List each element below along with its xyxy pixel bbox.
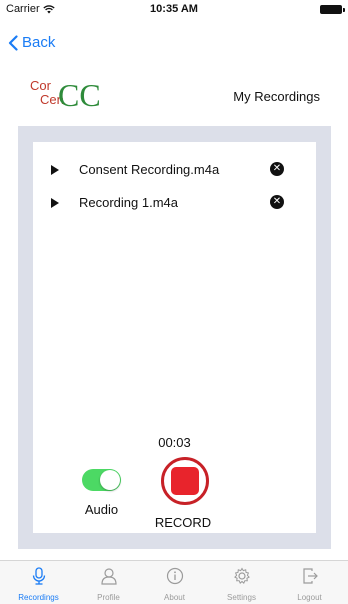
record-label: RECORD — [154, 515, 212, 530]
logout-icon — [302, 568, 318, 584]
tab-label: Logout — [297, 593, 322, 602]
tab-settings[interactable]: Settings — [207, 561, 276, 604]
microphone-icon — [32, 567, 45, 585]
delete-icon[interactable]: ✕ — [270, 195, 284, 209]
battery-icon — [320, 5, 345, 14]
recording-row[interactable]: Recording 1.m4a ✕ — [33, 189, 316, 217]
back-button[interactable]: Back — [8, 34, 55, 51]
play-icon[interactable] — [51, 198, 59, 208]
info-icon — [166, 567, 183, 585]
back-label: Back — [22, 34, 56, 51]
tab-logout[interactable]: Logout — [275, 561, 344, 604]
tab-bar: Recordings Profile About Settings Logout — [0, 560, 348, 604]
recording-name: Consent Recording.m4a — [79, 162, 220, 177]
tab-about[interactable]: About — [140, 561, 209, 604]
record-icon — [171, 467, 199, 495]
tab-label: Recordings — [18, 593, 59, 602]
tab-profile[interactable]: Profile — [74, 561, 143, 604]
recordings-panel: Consent Recording.m4a ✕ Recording 1.m4a … — [18, 126, 331, 549]
delete-icon[interactable]: ✕ — [270, 162, 284, 176]
toggle-knob — [100, 470, 120, 490]
recording-name: Recording 1.m4a — [79, 195, 178, 210]
tab-label: Settings — [227, 593, 256, 602]
tab-label: Profile — [97, 593, 120, 602]
audio-toggle[interactable] — [82, 469, 121, 491]
record-button[interactable] — [161, 457, 209, 505]
recording-timer: 00:03 — [158, 435, 191, 450]
logo-cc: CC — [58, 77, 101, 110]
recordings-card: Consent Recording.m4a ✕ Recording 1.m4a … — [33, 142, 316, 533]
status-time: 10:35 AM — [150, 3, 198, 15]
logo-line1: Cor — [30, 78, 52, 93]
status-bar: Carrier 10:35 AM — [0, 0, 348, 20]
recording-row[interactable]: Consent Recording.m4a ✕ — [33, 156, 316, 184]
play-icon[interactable] — [51, 165, 59, 175]
audio-label: Audio — [84, 502, 119, 517]
corcen-logo: Cor Cen CC — [30, 77, 101, 110]
tab-label: About — [164, 593, 185, 602]
chevron-left-icon — [8, 34, 18, 51]
gear-icon — [233, 567, 250, 584]
person-icon — [100, 568, 117, 585]
tab-recordings[interactable]: Recordings — [4, 561, 73, 604]
page-title: My Recordings — [233, 89, 320, 104]
